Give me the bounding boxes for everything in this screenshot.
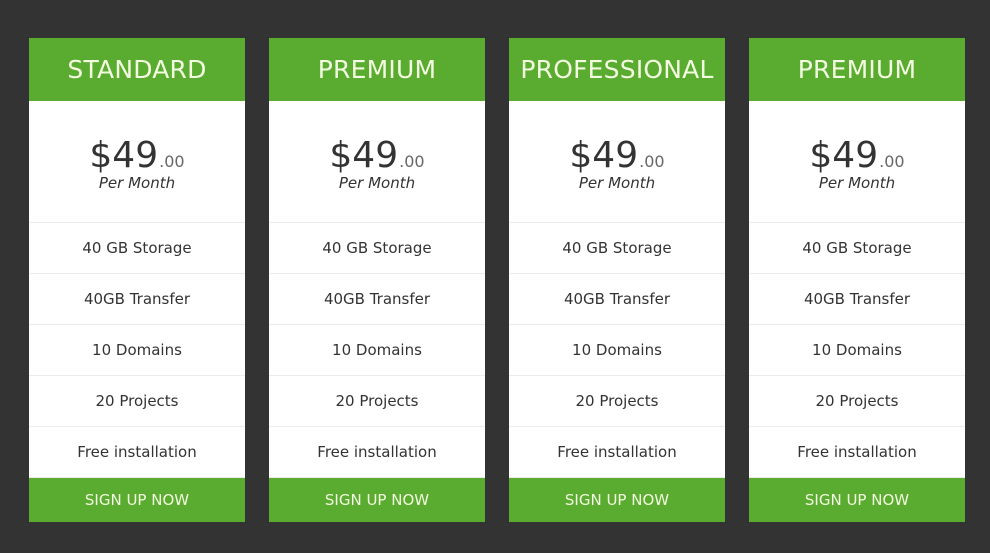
- price-period: Per Month: [338, 174, 416, 192]
- feature-item: 40 GB Storage: [29, 223, 245, 274]
- plan-title: PREMIUM: [269, 38, 485, 101]
- feature-item: 20 Projects: [269, 376, 485, 427]
- pricing-card-premium: PREMIUM $49 .00 Per Month 40 GB Storage …: [269, 38, 485, 522]
- feature-item: 40GB Transfer: [749, 274, 965, 325]
- sign-up-button[interactable]: SIGN UP NOW: [509, 478, 725, 522]
- feature-item: 20 Projects: [749, 376, 965, 427]
- feature-item: Free installation: [509, 427, 725, 478]
- sign-up-button[interactable]: SIGN UP NOW: [29, 478, 245, 522]
- price-section: $49 .00 Per Month: [29, 101, 245, 223]
- feature-item: 20 Projects: [29, 376, 245, 427]
- price-cents: .00: [159, 152, 185, 171]
- price: $49 .00: [329, 135, 424, 176]
- feature-item: 40GB Transfer: [29, 274, 245, 325]
- price: $49 .00: [569, 135, 664, 176]
- price: $49 .00: [89, 135, 184, 176]
- price-amount: $49: [569, 135, 639, 176]
- feature-item: 10 Domains: [29, 325, 245, 376]
- feature-item: 10 Domains: [749, 325, 965, 376]
- price-cents: .00: [879, 152, 905, 171]
- plan-title: PREMIUM: [749, 38, 965, 101]
- feature-item: 40GB Transfer: [509, 274, 725, 325]
- price-amount: $49: [809, 135, 879, 176]
- price-period: Per Month: [98, 174, 176, 192]
- price-cents: .00: [639, 152, 665, 171]
- price-amount: $49: [89, 135, 159, 176]
- pricing-card-premium-2: PREMIUM $49 .00 Per Month 40 GB Storage …: [749, 38, 965, 522]
- feature-item: 40 GB Storage: [749, 223, 965, 274]
- feature-item: 40 GB Storage: [509, 223, 725, 274]
- feature-item: Free installation: [29, 427, 245, 478]
- price-section: $49 .00 Per Month: [269, 101, 485, 223]
- feature-item: 20 Projects: [509, 376, 725, 427]
- price-period: Per Month: [818, 174, 896, 192]
- price: $49 .00: [809, 135, 904, 176]
- pricing-table: STANDARD $49 .00 Per Month 40 GB Storage…: [29, 38, 965, 522]
- feature-item: 10 Domains: [269, 325, 485, 376]
- sign-up-button[interactable]: SIGN UP NOW: [269, 478, 485, 522]
- feature-item: 40 GB Storage: [269, 223, 485, 274]
- price-section: $49 .00 Per Month: [749, 101, 965, 223]
- price-amount: $49: [329, 135, 399, 176]
- price-period: Per Month: [578, 174, 656, 192]
- price-section: $49 .00 Per Month: [509, 101, 725, 223]
- feature-item: 10 Domains: [509, 325, 725, 376]
- feature-item: Free installation: [749, 427, 965, 478]
- plan-title: PROFESSIONAL: [509, 38, 725, 101]
- pricing-card-standard: STANDARD $49 .00 Per Month 40 GB Storage…: [29, 38, 245, 522]
- plan-title: STANDARD: [29, 38, 245, 101]
- feature-item: 40GB Transfer: [269, 274, 485, 325]
- pricing-card-professional: PROFESSIONAL $49 .00 Per Month 40 GB Sto…: [509, 38, 725, 522]
- price-cents: .00: [399, 152, 425, 171]
- feature-item: Free installation: [269, 427, 485, 478]
- sign-up-button[interactable]: SIGN UP NOW: [749, 478, 965, 522]
